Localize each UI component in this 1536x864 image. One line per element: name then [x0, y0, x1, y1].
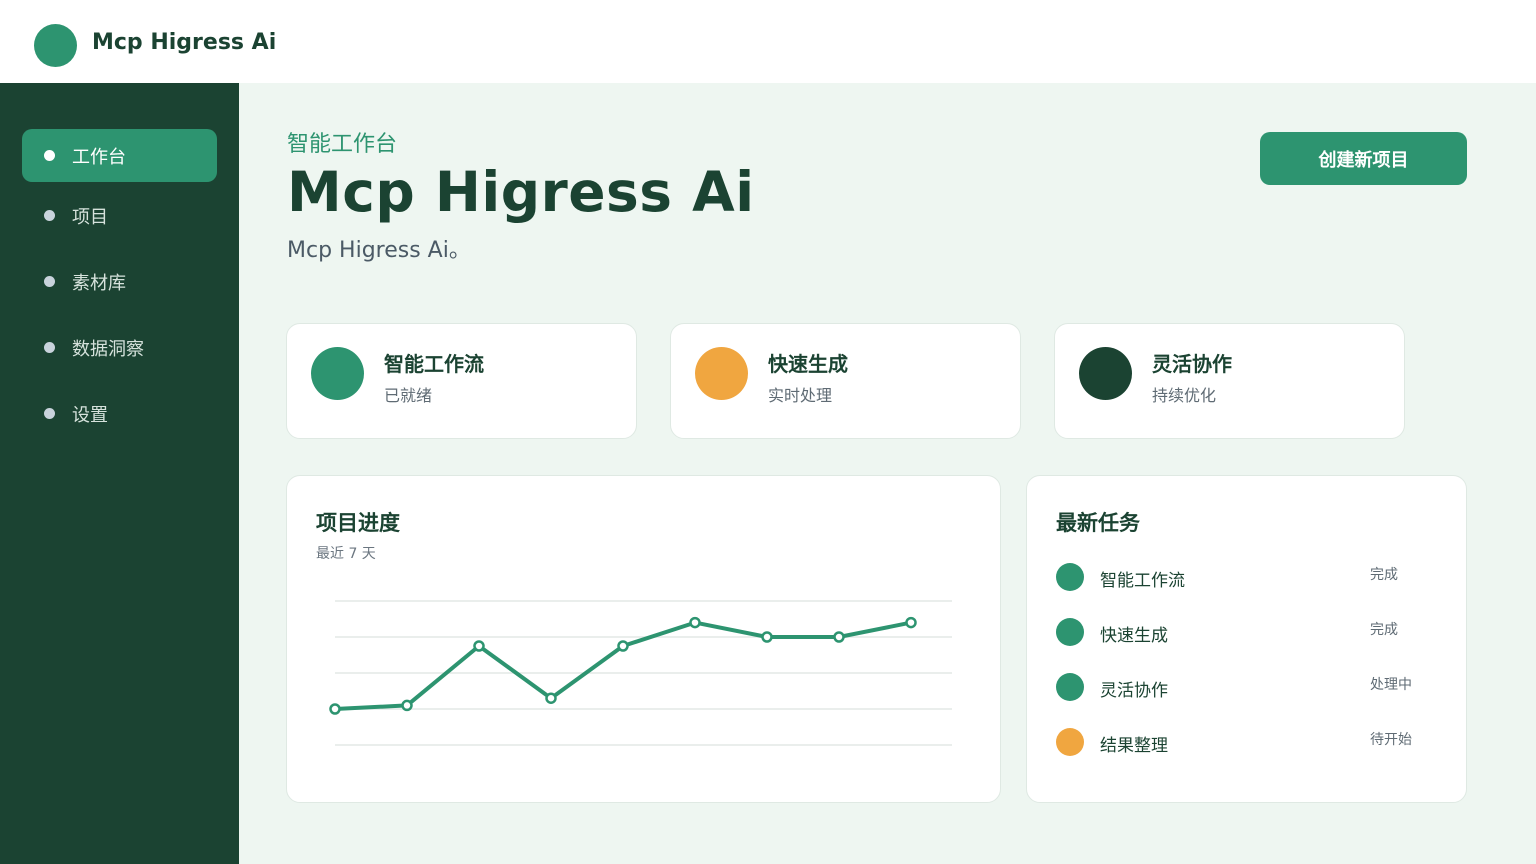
generate-icon	[695, 347, 748, 400]
task-status: 处理中	[1370, 677, 1412, 693]
nav-dot-icon	[44, 276, 55, 287]
stat-card-title: 智能工作流	[384, 352, 484, 376]
task-row[interactable]: 智能工作流 完成	[1056, 560, 1436, 594]
task-row[interactable]: 结果整理 待开始	[1056, 725, 1436, 759]
task-status: 完成	[1370, 622, 1398, 638]
task-row[interactable]: 快速生成 完成	[1056, 615, 1436, 649]
stat-card-subtitle: 实时处理	[768, 386, 833, 405]
sidebar-item-projects[interactable]: 项目	[22, 189, 217, 242]
page-eyebrow: 智能工作台	[287, 132, 398, 157]
chart-point	[401, 699, 413, 712]
stat-card-title: 灵活协作	[1152, 352, 1232, 376]
workflow-icon	[311, 347, 364, 400]
nav-dot-icon	[44, 150, 55, 161]
task-status-dot-icon	[1056, 618, 1084, 646]
sidebar-item-workbench[interactable]: 工作台	[22, 129, 217, 182]
sidebar-item-assets[interactable]: 素材库	[22, 255, 217, 308]
chart-point	[833, 631, 845, 643]
task-status-dot-icon	[1056, 673, 1084, 701]
page-subtitle: Mcp Higress Ai。	[287, 238, 471, 263]
stat-card-subtitle: 已就绪	[384, 386, 433, 405]
app-name: Mcp Higress Ai	[92, 30, 277, 55]
sidebar: 工作台 项目 素材库 数据洞察 设置	[0, 83, 239, 864]
sidebar-item-insights[interactable]: 数据洞察	[22, 321, 217, 374]
chart-point	[473, 640, 485, 652]
stat-card-workflow[interactable]: 智能工作流 已就绪	[286, 323, 637, 439]
sidebar-item-label: 项目	[72, 206, 108, 228]
stat-card-collaborate[interactable]: 灵活协作 持续优化	[1054, 323, 1405, 439]
stat-card-title: 快速生成	[768, 352, 848, 376]
sidebar-item-label: 素材库	[72, 272, 126, 294]
chart-point	[905, 616, 917, 629]
app-logo-icon	[34, 24, 77, 67]
chart-point	[617, 640, 629, 652]
task-status: 完成	[1370, 567, 1398, 583]
top-bar: Mcp Higress Ai	[0, 0, 1536, 83]
nav-dot-icon	[44, 408, 55, 419]
task-name: 智能工作流	[1100, 571, 1185, 591]
sidebar-item-settings[interactable]: 设置	[22, 387, 217, 440]
task-name: 灵活协作	[1100, 681, 1168, 701]
stat-card-generate[interactable]: 快速生成 实时处理	[670, 323, 1021, 439]
chart-point	[329, 703, 341, 715]
task-status: 待开始	[1370, 732, 1412, 748]
task-name: 结果整理	[1100, 736, 1168, 756]
collaborate-icon	[1079, 347, 1132, 400]
chart-point	[689, 616, 701, 629]
progress-panel: 项目进度 最近 7 天	[286, 475, 1001, 803]
progress-line-chart	[329, 600, 952, 746]
task-row[interactable]: 灵活协作 处理中	[1056, 670, 1436, 704]
page-title: Mcp Higress Ai	[287, 160, 755, 224]
chart-point	[545, 692, 557, 704]
nav-dot-icon	[44, 342, 55, 353]
stat-card-subtitle: 持续优化	[1152, 386, 1217, 405]
nav-dot-icon	[44, 210, 55, 221]
task-status-dot-icon	[1056, 728, 1084, 756]
create-project-button[interactable]: 创建新项目	[1260, 132, 1467, 185]
tasks-panel: 最新任务 智能工作流 完成 快速生成 完成 灵活协作 处理中 结果整理 待开始	[1026, 475, 1467, 803]
chart-series-line	[334, 620, 912, 711]
sidebar-item-label: 数据洞察	[72, 338, 144, 360]
task-status-dot-icon	[1056, 563, 1084, 591]
tasks-title: 最新任务	[1056, 511, 1140, 535]
chart-point	[761, 631, 773, 643]
task-name: 快速生成	[1100, 626, 1168, 646]
sidebar-item-label: 工作台	[72, 146, 126, 168]
sidebar-item-label: 设置	[72, 404, 108, 426]
